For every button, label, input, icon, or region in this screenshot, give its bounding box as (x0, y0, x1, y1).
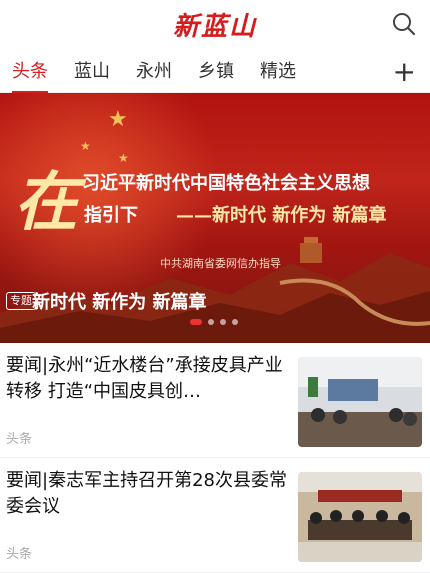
news-title[interactable]: 要闻|永州“近水楼台”承接皮具产业转移 打造“中国皮具创… (6, 353, 288, 405)
tab-xiangzhen[interactable]: 乡镇 (198, 57, 234, 83)
add-channel-icon[interactable]: + (393, 55, 416, 88)
star-icon: ★ (80, 139, 91, 153)
news-thumbnail[interactable] (298, 472, 422, 562)
tab-jingxuan[interactable]: 精选 (260, 57, 296, 83)
news-text: 要闻|秦志军主持召开第28次县委常委会议 头条 (6, 468, 298, 572)
app-logo: 新蓝山 (172, 12, 258, 42)
news-source: 头条 (6, 547, 33, 562)
banner-headline-line2b: ——新时代 新作为 新篇章 (176, 205, 387, 226)
news-source: 头条 (6, 432, 33, 447)
tab-toutiao[interactable]: 头条 (12, 57, 48, 94)
carousel-dot-active (190, 319, 202, 325)
news-title[interactable]: 要闻|秦志军主持召开第28次县委常委会议 (6, 468, 288, 520)
banner-title[interactable]: 新时代 新作为 新篇章 (32, 288, 207, 314)
tab-lanshan[interactable]: 蓝山 (74, 57, 110, 83)
carousel-dot (208, 319, 214, 325)
news-item[interactable]: 要闻|永州“近水楼台”承接皮具产业转移 打造“中国皮具创… 头条 (0, 343, 430, 458)
banner-subtitle: 中共湖南省委网信办指导 (160, 257, 281, 270)
search-icon[interactable] (392, 12, 416, 36)
star-icon: ★ (118, 151, 129, 165)
carousel-dot (220, 319, 226, 325)
app-header: 新蓝山 (0, 0, 430, 48)
news-text: 要闻|永州“近水楼台”承接皮具产业转移 打造“中国皮具创… 头条 (6, 353, 298, 457)
banner-big-character: 在 (14, 165, 78, 240)
carousel-indicator (190, 319, 238, 325)
banner-carousel[interactable]: ★ ★ ★ 在 习近平新时代中国特色社会主义思想 指引下 ——新时代 新作为 新… (0, 93, 430, 343)
news-thumbnail[interactable] (298, 357, 422, 447)
banner-headline-line1: 习近平新时代中国特色社会主义思想 (82, 173, 370, 194)
banner-headline-line2a: 指引下 (84, 205, 138, 226)
tab-yongzhou[interactable]: 永州 (136, 57, 172, 83)
star-icon: ★ (108, 107, 128, 132)
carousel-dot (232, 319, 238, 325)
news-item[interactable]: 要闻|秦志军主持召开第28次县委常委会议 头条 (0, 458, 430, 573)
channel-tabs: 头条 蓝山 永州 乡镇 精选 + (0, 48, 430, 94)
